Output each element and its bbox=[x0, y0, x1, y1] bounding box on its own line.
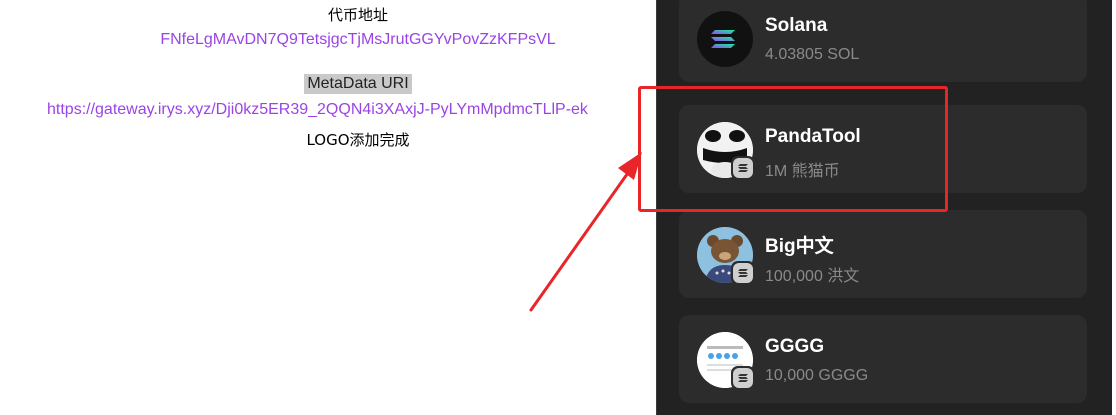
metadata-label-wrap: MetaData URI bbox=[0, 73, 656, 94]
token-card-big-chinese[interactable]: Big中文 100,000 洪文 bbox=[679, 210, 1087, 298]
metadata-uri-link[interactable]: https://gateway.irys.xyz/Dji0kz5ER39_2QQ… bbox=[47, 101, 588, 119]
token-name: GGGG bbox=[765, 336, 825, 357]
token-info-section: 代币地址 FNfeLgMAvDN7Q9TetsjgcTjMsJrutGGYvPo… bbox=[0, 0, 656, 415]
token-amount: 100,000 洪文 bbox=[765, 268, 860, 285]
token-address-link[interactable]: FNfeLgMAvDN7Q9TetsjgcTjMsJrutGGYvPovZzKF… bbox=[0, 31, 656, 49]
annotation-highlight-box bbox=[638, 86, 948, 212]
token-amount: 4.03805 SOL bbox=[765, 46, 860, 63]
solana-chain-badge bbox=[731, 366, 755, 390]
logo-status-text: LOGO添加完成 bbox=[306, 131, 410, 149]
scrollbar-gutter bbox=[1112, 0, 1116, 415]
token-name: Big中文 bbox=[765, 236, 834, 257]
solana-chain-badge bbox=[731, 261, 755, 285]
metadata-label: MetaData URI bbox=[304, 74, 412, 94]
token-card-gggg[interactable]: GGGG 10,000 GGGG bbox=[679, 315, 1087, 403]
token-amount: 10,000 GGGG bbox=[765, 367, 869, 384]
solana-logo-icon bbox=[697, 11, 753, 67]
token-card-solana[interactable]: Solana 4.03805 SOL bbox=[679, 0, 1087, 82]
solana-mini-icon bbox=[733, 368, 753, 388]
token-address-label: 代币地址 bbox=[327, 6, 388, 24]
token-name: Solana bbox=[765, 15, 828, 36]
solana-mini-icon bbox=[733, 263, 753, 283]
